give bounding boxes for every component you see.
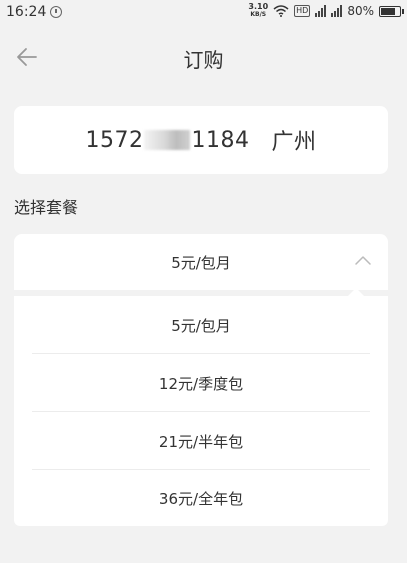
status-bar: 16:24 3.10 KB/S HD 80% bbox=[0, 0, 407, 28]
phone-number-prefix: 1572 bbox=[85, 127, 144, 153]
signal-icon bbox=[331, 5, 343, 17]
package-select[interactable]: 5元/包月 bbox=[14, 234, 388, 290]
package-select-value: 5元/包月 bbox=[171, 254, 231, 272]
battery-icon bbox=[379, 5, 404, 17]
package-option-half-year[interactable]: 21元/半年包 bbox=[14, 412, 388, 470]
status-time-group: 16:24 bbox=[6, 4, 63, 20]
phone-number-mask bbox=[144, 130, 191, 150]
header: 订购 bbox=[0, 28, 407, 86]
wifi-icon bbox=[273, 5, 289, 17]
phone-number: 1572 1184 bbox=[85, 128, 249, 153]
package-option-quarterly[interactable]: 12元/季度包 bbox=[14, 354, 388, 412]
battery-percent: 80% bbox=[347, 4, 374, 18]
package-option-label: 21元/半年包 bbox=[158, 432, 244, 451]
hd-icon: HD bbox=[294, 5, 311, 17]
phone-card: 1572 1184 广州 bbox=[14, 106, 388, 174]
package-option-label: 12元/季度包 bbox=[158, 374, 244, 393]
network-speed-value: 3.10 bbox=[248, 2, 269, 11]
page-title: 订购 bbox=[183, 48, 224, 72]
package-option-label: 5元/包月 bbox=[171, 316, 231, 335]
network-speed: 3.10 KB/S bbox=[248, 3, 268, 19]
package-section-label: 选择套餐 bbox=[14, 198, 79, 217]
package-option-monthly[interactable]: 5元/包月 bbox=[14, 296, 388, 354]
package-dropdown: 5元/包月 12元/季度包 21元/半年包 36元/全年包 bbox=[14, 288, 388, 526]
network-speed-unit: KB/S bbox=[250, 11, 267, 18]
signal-4g-icon bbox=[315, 5, 327, 17]
chevron-up-icon[interactable] bbox=[354, 254, 372, 266]
phone-number-suffix: 1184 bbox=[191, 127, 250, 153]
alarm-icon bbox=[50, 6, 63, 18]
status-indicators: 3.10 KB/S HD 80% bbox=[248, 3, 404, 19]
package-option-yearly[interactable]: 36元/全年包 bbox=[14, 470, 388, 526]
phone-city: 广州 bbox=[271, 130, 317, 155]
status-time: 16:24 bbox=[6, 4, 47, 20]
package-option-label: 36元/全年包 bbox=[158, 489, 244, 508]
dropdown-notch bbox=[348, 288, 364, 296]
